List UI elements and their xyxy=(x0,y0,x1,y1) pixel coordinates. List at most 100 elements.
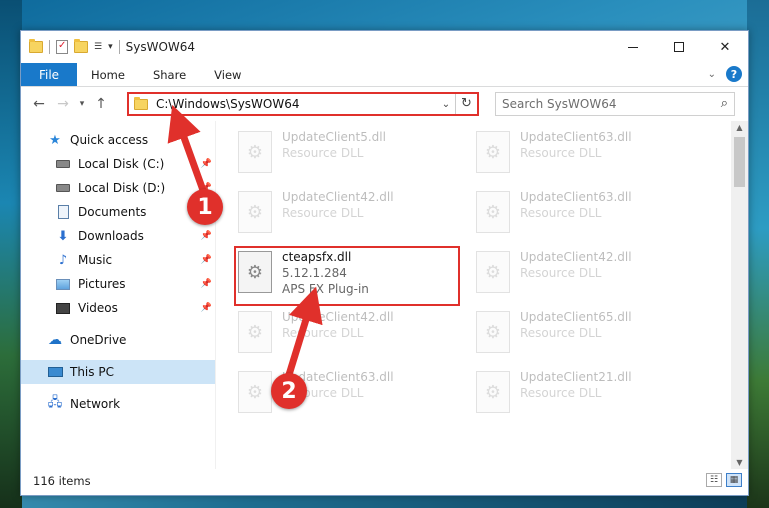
music-icon: ♪ xyxy=(58,252,68,268)
address-path[interactable]: C:\Windows\SysWOW64 xyxy=(156,97,437,111)
dll-file-icon: ⚙ xyxy=(476,371,510,413)
search-input[interactable]: Search SysWOW64 ⌕ xyxy=(495,92,735,116)
status-bar: 116 items ☷ ▦ xyxy=(21,467,748,495)
downloads-icon: ⬇ xyxy=(57,228,69,244)
sidebar-item-label: Network xyxy=(70,397,121,411)
sidebar-item-label: Quick access xyxy=(70,133,149,147)
navigation-bar: ← → ▾ ↑ C:\Windows\SysWOW64 ⌄ ↻ Search S… xyxy=(21,87,748,121)
main-area: ★ Quick access Local Disk (C:) 📌 Local D… xyxy=(21,121,748,469)
disk-icon xyxy=(55,181,71,195)
dll-file-icon: ⚙ xyxy=(476,191,510,233)
file-item[interactable]: ⚙ UpdateClient42.dll Resource DLL xyxy=(238,185,463,243)
tiles-view-icon[interactable]: ▦ xyxy=(726,473,742,487)
address-dropdown-icon[interactable]: ⌄ xyxy=(437,99,455,110)
sidebar-item-label: Pictures xyxy=(78,277,126,291)
maximize-button[interactable] xyxy=(656,31,702,63)
file-item[interactable]: ⚙ UpdateClient5.dll Resource DLL xyxy=(238,125,463,183)
properties-icon[interactable] xyxy=(56,40,68,54)
window-title: SysWOW64 xyxy=(125,40,196,54)
file-item[interactable]: ⚙ UpdateClient63.dll Resource DLL xyxy=(476,125,701,183)
sidebar-item-label: Local Disk (D:) xyxy=(78,181,166,195)
up-button[interactable]: ↑ xyxy=(89,96,113,112)
sidebar-item-onedrive[interactable]: ☁ OneDrive xyxy=(21,328,216,352)
sidebar-item-label: Documents xyxy=(78,205,147,219)
ribbon-right-controls: ⌄ ? xyxy=(708,66,742,82)
sidebar-item-quick-access[interactable]: ★ Quick access xyxy=(21,128,216,152)
file-item[interactable]: ⚙ UpdateClient21.dll Resource DLL xyxy=(476,365,701,423)
folder-icon xyxy=(134,96,148,110)
toolbar-divider xyxy=(49,40,50,54)
tab-share[interactable]: Share xyxy=(139,63,200,86)
window-controls: ✕ xyxy=(610,31,748,63)
ribbon-tabs: File Home Share View ⌄ ? xyxy=(21,63,748,87)
sidebar-item-label: Videos xyxy=(78,301,118,315)
dll-file-icon: ⚙ xyxy=(476,251,510,293)
sidebar-item-videos[interactable]: Videos 📌 xyxy=(21,296,216,320)
file-type: Resource DLL xyxy=(282,146,364,160)
quick-access-toolbar: ☰ ▾ xyxy=(21,39,120,54)
sidebar-item-pictures[interactable]: Pictures 📌 xyxy=(21,272,216,296)
close-button[interactable]: ✕ xyxy=(702,31,748,63)
search-icon[interactable]: ⌕ xyxy=(721,96,728,111)
maximize-icon xyxy=(674,42,684,52)
file-item[interactable]: ⚙ UpdateClient65.dll Resource DLL xyxy=(476,305,701,363)
desktop-wallpaper-left xyxy=(0,0,22,508)
help-icon[interactable]: ? xyxy=(726,66,742,82)
new-folder-icon[interactable] xyxy=(74,39,88,53)
expand-ribbon-icon[interactable]: ⌄ xyxy=(708,69,716,80)
forward-button[interactable]: → xyxy=(51,96,75,112)
videos-icon xyxy=(55,301,71,315)
sidebar-item-local-disk-c[interactable]: Local Disk (C:) 📌 xyxy=(21,152,216,176)
file-type: Resource DLL xyxy=(520,266,602,280)
file-explorer-window: ☰ ▾ SysWOW64 ✕ File Home Share View ⌄ ? … xyxy=(20,30,749,496)
minimize-button[interactable] xyxy=(610,31,656,63)
file-type: Resource DLL xyxy=(282,326,364,340)
recent-locations-button[interactable]: ▾ xyxy=(75,99,89,109)
sidebar-item-local-disk-d[interactable]: Local Disk (D:) 📌 xyxy=(21,176,216,200)
tab-home[interactable]: Home xyxy=(77,63,139,86)
file-item[interactable]: ⚙ UpdateClient42.dll Resource DLL xyxy=(238,305,463,363)
dll-file-icon: ⚙ xyxy=(238,371,272,413)
file-type: Resource DLL xyxy=(520,206,602,220)
file-name: UpdateClient42.dll xyxy=(282,310,394,324)
sidebar-item-this-pc[interactable]: This PC xyxy=(21,360,216,384)
undo-icon[interactable]: ☰ xyxy=(94,42,102,52)
sidebar-item-network[interactable]: 🖧 Network xyxy=(21,392,216,416)
toolbar-divider xyxy=(118,40,120,54)
sidebar-item-label: Local Disk (C:) xyxy=(78,157,165,171)
sidebar-item-downloads[interactable]: ⬇ Downloads 📌 xyxy=(21,224,216,248)
sidebar-item-music[interactable]: ♪ Music 📌 xyxy=(21,248,216,272)
file-list: ⚙ UpdateClient5.dll Resource DLL ⚙ Update… xyxy=(216,121,748,469)
details-view-icon[interactable]: ☷ xyxy=(706,473,722,487)
file-type: Resource DLL xyxy=(520,326,602,340)
folder-icon xyxy=(29,39,43,53)
file-name: UpdateClient42.dll xyxy=(282,190,394,204)
file-type: Resource DLL xyxy=(520,146,602,160)
file-name: UpdateClient5.dll xyxy=(282,130,386,144)
dll-file-icon: ⚙ xyxy=(238,131,272,173)
file-name: UpdateClient21.dll xyxy=(520,370,632,384)
scroll-down-icon[interactable]: ▼ xyxy=(731,458,748,467)
file-item[interactable]: ⚙ UpdateClient42.dll Resource DLL xyxy=(476,245,701,303)
customize-toolbar-icon[interactable]: ▾ xyxy=(108,42,113,52)
back-button[interactable]: ← xyxy=(27,96,51,112)
documents-icon xyxy=(55,205,71,219)
disk-icon xyxy=(55,157,71,171)
scroll-up-icon[interactable]: ▲ xyxy=(731,123,748,132)
scrollbar-thumb[interactable] xyxy=(734,137,745,187)
refresh-icon[interactable]: ↻ xyxy=(455,94,477,114)
dll-file-icon: ⚙ xyxy=(476,131,510,173)
dll-file-icon: ⚙ xyxy=(238,191,272,233)
address-bar[interactable]: C:\Windows\SysWOW64 ⌄ ↻ xyxy=(127,92,479,116)
file-item[interactable]: ⚙ UpdateClient63.dll Resource DLL xyxy=(476,185,701,243)
desktop-wallpaper-right xyxy=(747,0,769,508)
pictures-icon xyxy=(55,277,71,291)
tab-view[interactable]: View xyxy=(200,63,255,86)
close-icon: ✕ xyxy=(719,39,731,55)
tab-file[interactable]: File xyxy=(21,63,77,86)
search-placeholder: Search SysWOW64 xyxy=(502,97,617,111)
vertical-scrollbar[interactable]: ▲ ▼ xyxy=(731,121,748,469)
pin-icon: 📌 xyxy=(200,159,212,169)
